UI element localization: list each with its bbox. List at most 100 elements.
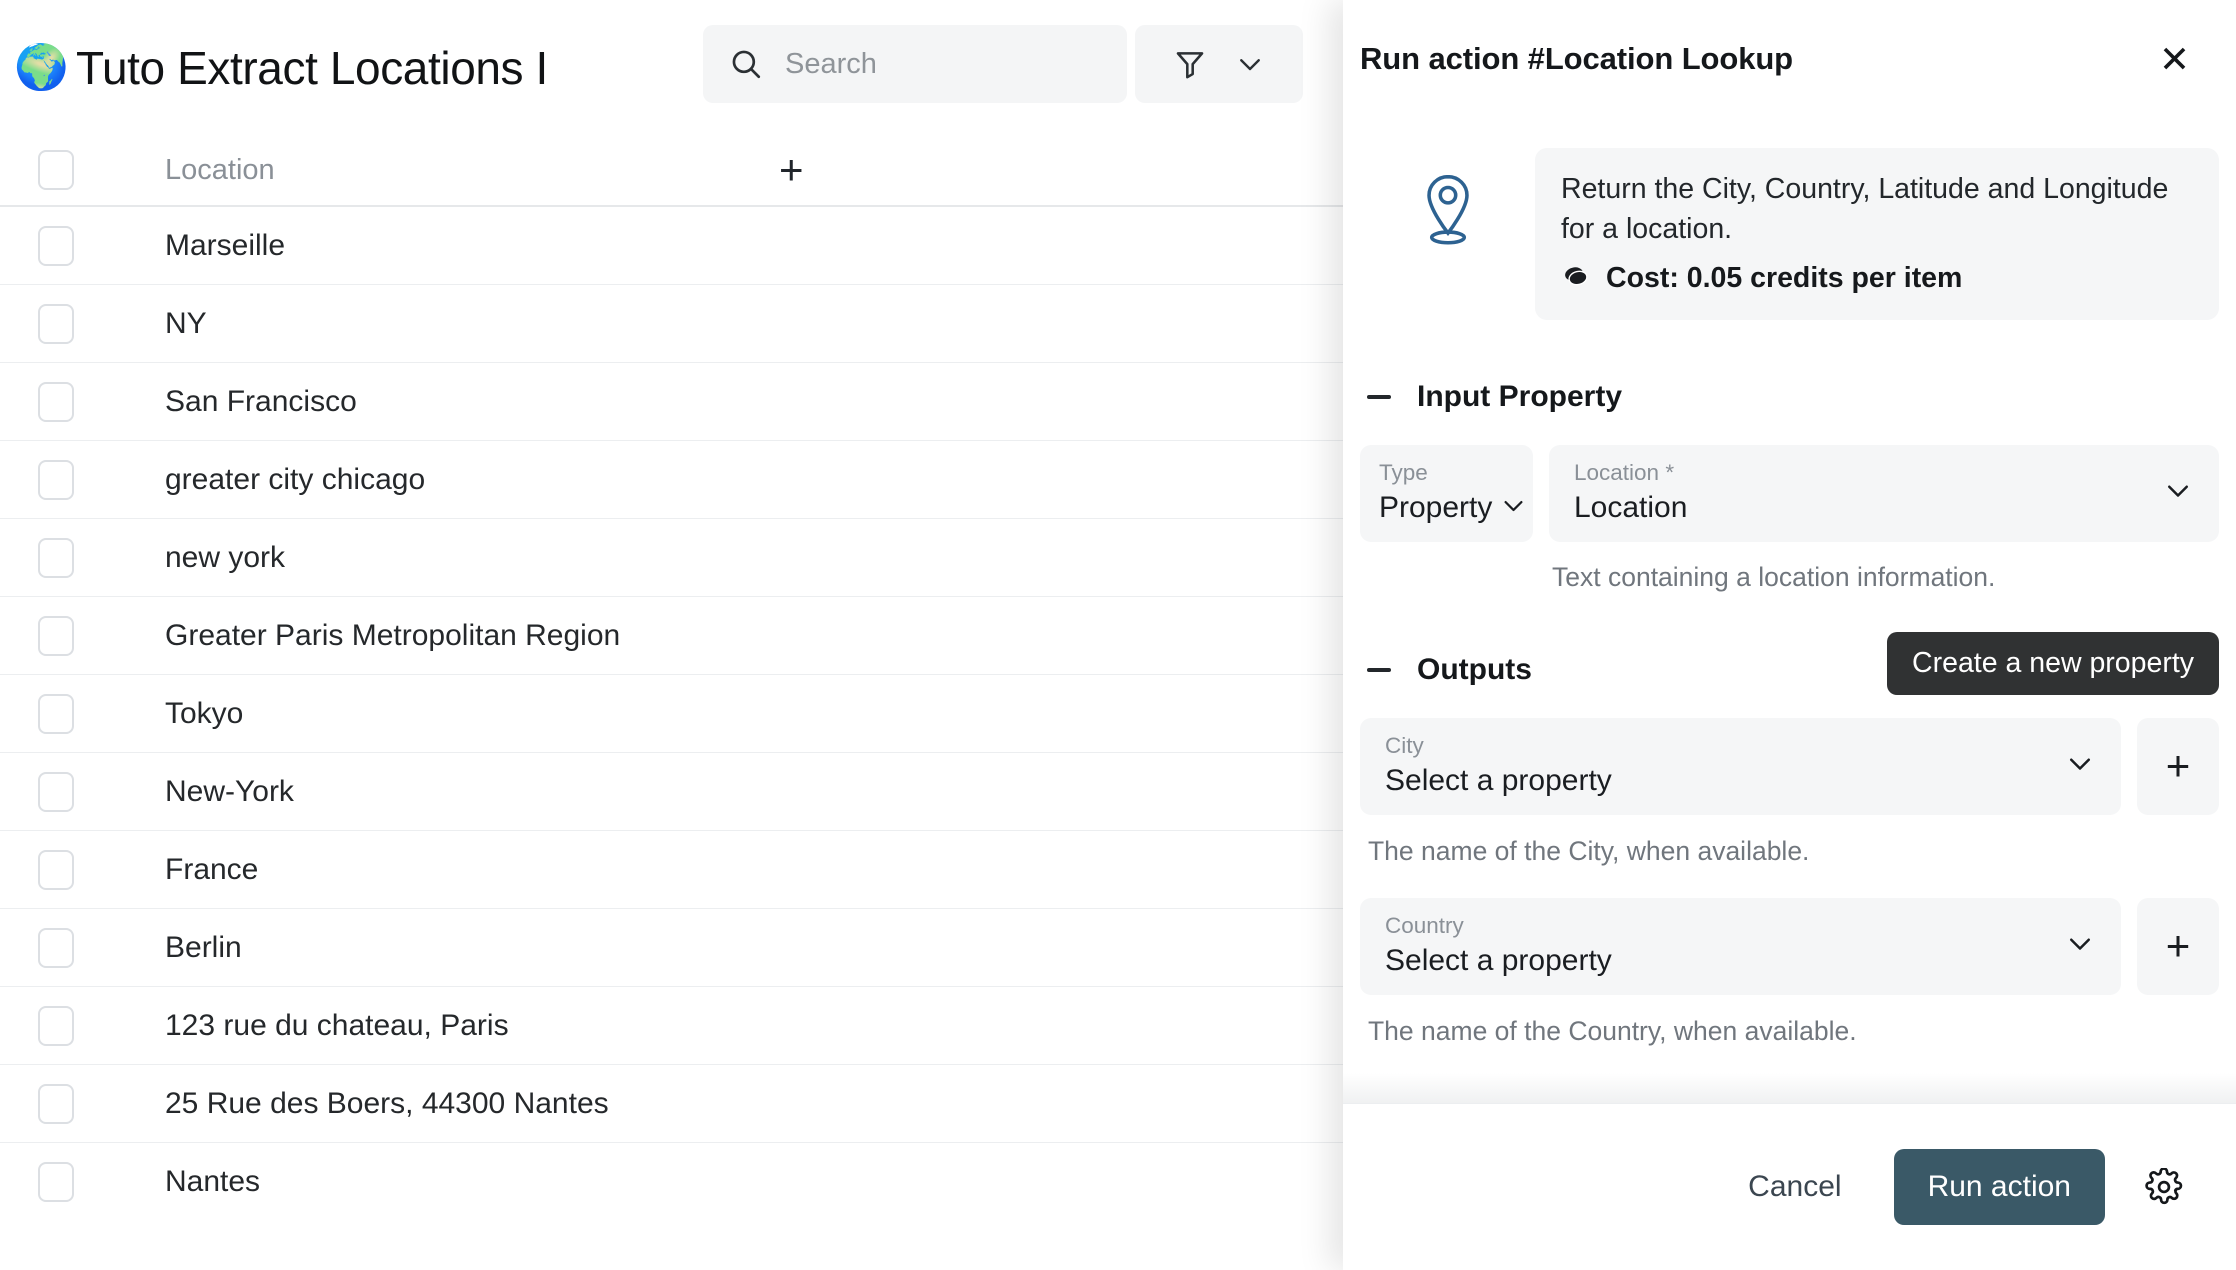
collapse-minus-icon[interactable]: [1367, 667, 1391, 672]
table-row[interactable]: Greater Paris Metropolitan Region: [0, 597, 1343, 675]
cell-location[interactable]: Tokyo: [112, 697, 243, 731]
row-select-cell[interactable]: [0, 693, 112, 734]
output-item: Country Select a property + The name of the…: [1360, 897, 2219, 1047]
coins-icon: [1561, 263, 1591, 294]
table-row[interactable]: New-York: [0, 753, 1343, 831]
input-property-section-header: Input Property: [1360, 380, 2219, 414]
row-select-cell[interactable]: [0, 459, 112, 500]
add-property-button[interactable]: +: [2137, 717, 2219, 815]
output-help-text: The name of the Country, when available.: [1368, 1015, 1857, 1046]
output-property-select[interactable]: Country Select a property: [1360, 897, 2121, 995]
cell-location[interactable]: Berlin: [112, 931, 242, 965]
row-checkbox[interactable]: [38, 1162, 74, 1202]
scroll-fade: [1343, 1073, 2236, 1103]
cell-location[interactable]: 123 rue du chateau, Paris: [112, 1009, 509, 1043]
action-description: Return the City, Country, Latitude and L…: [1360, 148, 2219, 320]
add-column-button[interactable]: +: [779, 149, 804, 191]
row-select-cell[interactable]: [0, 225, 112, 266]
board-view: 🌍 Tuto Extract Locations I Search Locati…: [0, 0, 1343, 1270]
table-row[interactable]: Berlin: [0, 909, 1343, 987]
table-row[interactable]: 25 Rue des Boers, 44300 Nantes: [0, 1065, 1343, 1143]
collapse-minus-icon[interactable]: [1367, 394, 1391, 399]
row-checkbox[interactable]: [38, 849, 74, 890]
outputs-list: City Select a property + The name of the Ci…: [1360, 717, 2219, 1047]
close-icon[interactable]: ✕: [2153, 37, 2196, 82]
row-checkbox[interactable]: [38, 1083, 74, 1124]
row-select-cell[interactable]: [0, 1005, 112, 1046]
map-pin-icon: [1360, 148, 1535, 250]
row-select-cell[interactable]: [0, 771, 112, 812]
app-root: 🌍 Tuto Extract Locations I Search Locati…: [0, 0, 2236, 1270]
location-field-label: Location *: [1574, 459, 1675, 485]
table-row[interactable]: Tokyo: [0, 675, 1343, 753]
row-checkbox[interactable]: [38, 381, 74, 422]
page-title: Tuto Extract Locations I: [76, 41, 548, 94]
table-row[interactable]: France: [0, 831, 1343, 909]
location-field-value: Location: [1574, 490, 1688, 524]
panel-header: Run action #Location Lookup ✕: [1343, 0, 2236, 118]
table-row[interactable]: Nantes: [0, 1143, 1343, 1221]
search-placeholder: Search: [785, 47, 877, 80]
cell-location[interactable]: new york: [112, 541, 285, 575]
row-select-cell[interactable]: [0, 849, 112, 890]
add-property-button[interactable]: +: [2137, 897, 2219, 995]
filter-controls: [1135, 25, 1303, 103]
column-header-location[interactable]: Location: [112, 154, 275, 187]
row-select-cell[interactable]: [0, 537, 112, 578]
chevron-down-icon: [2065, 749, 2095, 784]
row-checkbox[interactable]: [38, 303, 74, 344]
row-select-cell[interactable]: [0, 1162, 112, 1202]
table-row[interactable]: 123 rue du chateau, Paris: [0, 987, 1343, 1065]
filter-icon[interactable]: [1173, 47, 1207, 81]
cell-location[interactable]: NY: [112, 307, 207, 341]
row-select-cell[interactable]: [0, 1083, 112, 1124]
cell-location[interactable]: San Francisco: [112, 385, 357, 419]
row-checkbox[interactable]: [38, 1005, 74, 1046]
row-checkbox[interactable]: [38, 459, 74, 500]
type-select[interactable]: Type Property: [1360, 444, 1533, 542]
description-text: Return the City, Country, Latitude and L…: [1561, 173, 2169, 246]
row-checkbox[interactable]: [38, 225, 74, 266]
row-checkbox[interactable]: [38, 615, 74, 656]
row-checkbox[interactable]: [38, 693, 74, 734]
row-select-cell[interactable]: [0, 615, 112, 656]
panel-title: Run action #Location Lookup: [1360, 41, 1794, 76]
type-value: Property: [1379, 490, 1493, 524]
search-input[interactable]: Search: [703, 25, 1127, 103]
row-select-cell[interactable]: [0, 303, 112, 344]
cell-location[interactable]: 25 Rue des Boers, 44300 Nantes: [112, 1087, 609, 1121]
table-row[interactable]: NY: [0, 285, 1343, 363]
row-select-cell[interactable]: [0, 927, 112, 968]
cost-text: Cost: 0.05 credits per item: [1606, 261, 1963, 294]
location-property-select[interactable]: Location * Location: [1549, 444, 2219, 542]
description-card: Return the City, Country, Latitude and L…: [1535, 148, 2219, 320]
panel-footer: Cancel Run action: [1343, 1103, 2236, 1270]
table-row[interactable]: Marseille: [0, 207, 1343, 285]
type-label: Type: [1379, 459, 1428, 485]
row-checkbox[interactable]: [38, 771, 74, 812]
table-row[interactable]: new york: [0, 519, 1343, 597]
row-checkbox[interactable]: [38, 537, 74, 578]
select-all-checkbox[interactable]: [38, 150, 74, 190]
input-help-text: Text containing a location information.: [1552, 561, 1996, 592]
cell-location[interactable]: New-York: [112, 775, 294, 809]
cell-location[interactable]: France: [112, 853, 258, 887]
chevron-down-icon[interactable]: [1235, 49, 1265, 79]
chevron-down-icon: [2065, 929, 2095, 964]
create-new-property-tooltip: Create a new property: [1887, 631, 2219, 695]
output-property-select[interactable]: City Select a property: [1360, 717, 2121, 815]
run-action-button[interactable]: Run action: [1893, 1149, 2105, 1225]
cell-location[interactable]: Nantes: [112, 1165, 260, 1199]
select-all-cell[interactable]: [0, 150, 112, 190]
table-row[interactable]: greater city chicago: [0, 441, 1343, 519]
search-icon: [729, 47, 763, 81]
cell-location[interactable]: greater city chicago: [112, 463, 425, 497]
table-row[interactable]: San Francisco: [0, 363, 1343, 441]
cell-location[interactable]: Greater Paris Metropolitan Region: [112, 619, 620, 653]
run-action-panel: Run action #Location Lookup ✕ Return the…: [1343, 0, 2236, 1270]
gear-icon[interactable]: [2139, 1162, 2189, 1212]
cancel-button[interactable]: Cancel: [1730, 1156, 1859, 1218]
row-checkbox[interactable]: [38, 927, 74, 968]
row-select-cell[interactable]: [0, 381, 112, 422]
cell-location[interactable]: Marseille: [112, 229, 285, 263]
